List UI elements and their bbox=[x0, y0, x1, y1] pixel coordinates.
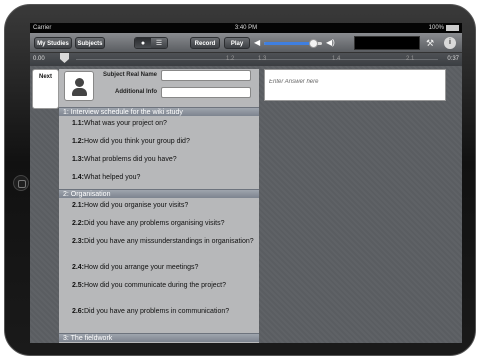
question-number: 1.1: bbox=[71, 120, 84, 127]
home-button[interactable] bbox=[13, 175, 29, 191]
additional-info-input[interactable] bbox=[161, 87, 251, 98]
timeline-start-time: 0.00 bbox=[33, 56, 45, 62]
timeline-track bbox=[76, 59, 438, 60]
list-view-icon[interactable]: ☰ bbox=[151, 38, 167, 48]
answer-box bbox=[264, 69, 446, 106]
microphone-view-icon[interactable]: ● bbox=[135, 38, 151, 48]
question-row[interactable]: 2.6: Did you have any problems in communi… bbox=[59, 307, 259, 325]
section-header[interactable]: 3: The fieldwork bbox=[59, 333, 259, 342]
volume-slider-thumb[interactable] bbox=[309, 39, 319, 48]
volume-slider-fill bbox=[264, 42, 314, 45]
question-row[interactable]: 1.3: What problems did you have? bbox=[59, 155, 259, 164]
wrench-icon[interactable]: ⚒ bbox=[424, 37, 436, 49]
question-text: Did you have any missunderstandings in o… bbox=[84, 238, 254, 245]
question-text: How did you communicate during the proje… bbox=[84, 282, 227, 289]
timeline-tick: 1.3 bbox=[258, 56, 267, 62]
my-studies-button[interactable]: My Studies bbox=[34, 37, 72, 49]
question-text: Did you have any problems in communicati… bbox=[84, 308, 230, 315]
section-header[interactable]: 2: Organisation bbox=[59, 189, 259, 198]
question-row[interactable]: 2.2: Did you have any problems organising… bbox=[59, 219, 259, 228]
timeline-tick: 1.2 bbox=[226, 56, 235, 62]
ipad-frame: Carrier 3:40 PM 100% My Studies Subjects… bbox=[4, 4, 476, 356]
next-button[interactable]: Next bbox=[32, 69, 59, 109]
timeline-playhead[interactable] bbox=[60, 53, 69, 63]
battery-percent: 100% bbox=[428, 25, 444, 31]
question-number: 2.2: bbox=[71, 220, 84, 227]
toolbar: My Studies Subjects ● ☰ Record Play ◀ ◀)… bbox=[30, 33, 462, 53]
battery-icon bbox=[446, 25, 459, 31]
question-text: Did you have any problems organising vis… bbox=[84, 220, 225, 227]
status-clock: 3:40 PM bbox=[234, 25, 258, 31]
subject-info: Subject Real Name Additional Info bbox=[59, 69, 259, 105]
question-text: How did you organise your visits? bbox=[84, 202, 189, 209]
subjects-button[interactable]: Subjects bbox=[75, 37, 105, 49]
timeline-tick: 1.4 bbox=[332, 56, 341, 62]
section-header[interactable]: 1: Interview schedule for the wiki study bbox=[59, 107, 259, 116]
recording-display bbox=[354, 36, 420, 50]
volume-low-icon: ◀ bbox=[254, 38, 261, 47]
timeline-tick: 2.1 bbox=[406, 56, 415, 62]
subject-real-name-label: Subject Real Name bbox=[102, 72, 157, 78]
play-button[interactable]: Play bbox=[224, 37, 250, 49]
question-row[interactable]: 2.4: How did you arrange your meetings? bbox=[59, 263, 259, 272]
main-content: Next Subject Real Name Additional Info 1… bbox=[30, 66, 462, 343]
subject-real-name-input[interactable] bbox=[161, 70, 251, 81]
question-text: How did you arrange your meetings? bbox=[84, 264, 199, 271]
question-number: 2.5: bbox=[71, 282, 84, 289]
record-button[interactable]: Record bbox=[190, 37, 220, 49]
question-row[interactable]: 1.4: What helped you? bbox=[59, 173, 259, 182]
question-text: What helped you? bbox=[84, 174, 141, 181]
question-number: 2.6: bbox=[71, 308, 84, 315]
question-number: 1.4: bbox=[71, 174, 84, 181]
answer-input[interactable] bbox=[265, 76, 445, 106]
info-icon[interactable]: i bbox=[444, 37, 456, 49]
question-row[interactable]: 1.1: What was your project on? bbox=[59, 119, 259, 128]
question-number: 1.3: bbox=[71, 156, 84, 163]
timeline-scrubber[interactable]: 0.00 1.2 1.3 1.4 2.1 0:37 bbox=[30, 53, 462, 66]
status-bar: Carrier 3:40 PM 100% bbox=[30, 23, 462, 33]
question-text: What was your project on? bbox=[84, 120, 167, 127]
question-number: 1.2: bbox=[71, 138, 84, 145]
question-list: Subject Real Name Additional Info 1: Int… bbox=[59, 69, 259, 343]
question-row[interactable]: 1.2: How did you think your group did? bbox=[59, 137, 259, 146]
additional-info-label: Additional Info bbox=[115, 89, 157, 95]
question-text: How did you think your group did? bbox=[84, 138, 190, 145]
screen: Carrier 3:40 PM 100% My Studies Subjects… bbox=[30, 23, 462, 343]
question-row[interactable]: 2.5: How did you communicate during the p… bbox=[59, 281, 259, 299]
volume-slider[interactable] bbox=[264, 39, 322, 48]
timeline-end-time: 0:37 bbox=[447, 56, 459, 62]
question-text: What problems did you have? bbox=[84, 156, 177, 163]
question-row[interactable]: 2.3: Did you have any missunderstandings … bbox=[59, 237, 259, 255]
question-number: 2.3: bbox=[71, 238, 84, 245]
view-mode-segmented-control: ● ☰ bbox=[134, 37, 168, 49]
question-row[interactable]: 2.1: How did you organise your visits? bbox=[59, 201, 259, 210]
question-number: 2.1: bbox=[71, 202, 84, 209]
volume-high-icon: ◀) bbox=[326, 38, 335, 47]
question-number: 2.4: bbox=[71, 264, 84, 271]
